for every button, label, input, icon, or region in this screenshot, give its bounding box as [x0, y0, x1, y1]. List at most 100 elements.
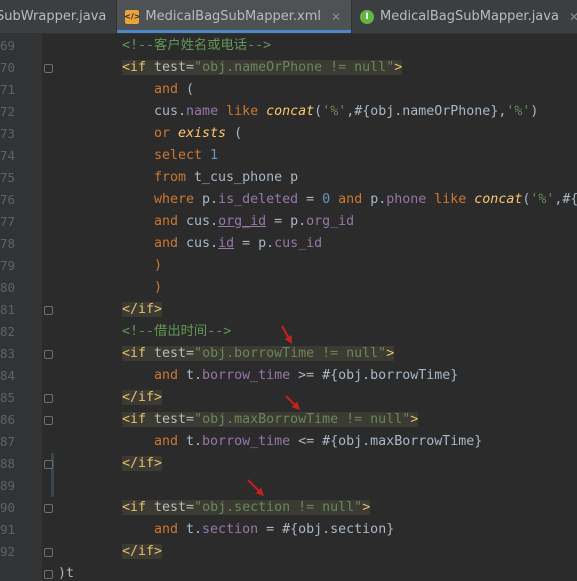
code-token: p.	[258, 236, 275, 251]
code-token: (	[226, 126, 243, 141]
highlighted-tag: </if>	[122, 390, 163, 405]
code-line[interactable]: and t.section = #{obj.section}	[154, 519, 394, 541]
code-token: <if	[122, 500, 155, 515]
code-token: )	[154, 280, 163, 295]
code-token: borrow_time	[202, 434, 291, 449]
highlighted-tag: <if test="obj.maxBorrowTime != null">	[122, 412, 419, 427]
code-token: and	[154, 368, 187, 383]
code-content: <!--借出时间-->	[122, 324, 231, 339]
code-token: and	[330, 192, 371, 207]
fold-marker-icon[interactable]	[44, 64, 53, 73]
fold-marker-icon[interactable]	[44, 306, 53, 315]
fold-marker-icon[interactable]	[44, 570, 53, 579]
tab-1[interactable]: </> MedicalBagSubMapper.xml ✕	[117, 0, 353, 33]
code-line[interactable]: </if>	[122, 453, 163, 475]
code-line[interactable]: </if>	[122, 541, 163, 563]
code-editor[interactable]: <!--客户姓名或电话--> <if test="obj.nameOrPhone …	[58, 34, 577, 581]
code-token: '%'	[530, 192, 555, 207]
code-token: #{obj.maxBorrowTime}	[322, 434, 483, 449]
fold-marker-icon[interactable]	[44, 350, 53, 359]
code-token: t.	[186, 368, 203, 383]
code-token: "obj.maxBorrowTime != null"	[194, 412, 411, 427]
code-token: #{obj.section}	[282, 522, 395, 537]
code-line[interactable]: cus.name like concat('%',#{obj.nameOrPho…	[154, 101, 538, 123]
code-token: <!--客户姓名或电话-->	[122, 38, 272, 53]
code-line[interactable]: )	[154, 277, 162, 299]
fold-marker-icon[interactable]	[44, 394, 53, 403]
code-line[interactable]: )	[154, 255, 162, 277]
code-line[interactable]: from t_cus_phone p	[154, 167, 298, 189]
code-token: t.	[186, 522, 203, 537]
line-number: 89	[0, 478, 16, 493]
code-token: "obj.borrowTime != null"	[194, 346, 387, 361]
tab-2[interactable]: I MedicalBagSubMapper.java ✕	[352, 0, 577, 33]
code-token: '%'	[506, 104, 531, 119]
code-content: <!--客户姓名或电话-->	[122, 38, 271, 53]
code-line[interactable]: and (	[154, 79, 194, 101]
code-line[interactable]: <if test="obj.maxBorrowTime != null">	[122, 409, 419, 431]
highlighted-tag: <if test="obj.section != null">	[122, 500, 371, 515]
line-number: 91	[0, 522, 16, 537]
code-content: )	[154, 280, 162, 295]
code-token: 0	[322, 192, 331, 207]
tab-label: SubWrapper.java	[0, 9, 107, 24]
code-line[interactable]: or exists (	[154, 123, 242, 145]
code-token: concat	[474, 192, 523, 207]
close-tab-icon[interactable]: ✕	[331, 10, 341, 24]
code-line[interactable]: <if test="obj.nameOrPhone != null">	[122, 57, 403, 79]
line-number: 77	[0, 214, 16, 229]
line-number: 70	[0, 60, 16, 75]
code-token: borrow_time	[202, 368, 291, 383]
code-token: test=	[154, 60, 195, 75]
code-token: #{obj.borrowTime}	[322, 368, 459, 383]
code-token: >=	[290, 368, 323, 383]
code-content: and cus.org_id = p.org_id	[154, 214, 354, 229]
code-token: <!--借出时间-->	[122, 324, 232, 339]
code-line[interactable]: <!--客户姓名或电话-->	[122, 35, 271, 57]
code-line[interactable]: and cus.org_id = p.org_id	[154, 211, 354, 233]
code-line[interactable]: where p.is_deleted = 0 and p.phone like …	[154, 189, 577, 211]
code-token: test=	[154, 412, 195, 427]
line-number: 87	[0, 434, 16, 449]
code-token: p.	[370, 192, 387, 207]
code-line[interactable]: )t	[58, 563, 74, 581]
code-token: org_id	[306, 214, 355, 229]
fold-marker-icon[interactable]	[44, 548, 53, 557]
close-tab-icon[interactable]: ✕	[569, 10, 577, 24]
line-number: 88	[0, 456, 16, 471]
fold-marker-icon[interactable]	[44, 504, 53, 513]
code-line[interactable]: select 1	[154, 145, 218, 167]
code-line[interactable]: <if test="obj.section != null">	[122, 497, 371, 519]
code-token: org_id	[218, 214, 267, 229]
code-token: >	[394, 60, 403, 75]
highlighted-tag: </if>	[122, 302, 163, 317]
line-number: 78	[0, 236, 16, 251]
code-token: p.	[290, 214, 307, 229]
code-line[interactable]: <if test="obj.borrowTime != null">	[122, 343, 395, 365]
code-token: =	[234, 236, 259, 251]
code-line[interactable]: </if>	[122, 299, 163, 321]
fold-marker-icon[interactable]	[44, 416, 53, 425]
code-token: )	[530, 104, 539, 119]
editor-tab-bar: SubWrapper.java </> MedicalBagSubMapper.xm…	[0, 0, 577, 34]
code-token: t.	[186, 434, 203, 449]
highlighted-tag: <if test="obj.nameOrPhone != null">	[122, 60, 403, 75]
code-line[interactable]: and cus.id = p.cus_id	[154, 233, 322, 255]
code-token: cus.	[186, 214, 219, 229]
code-token: is_deleted	[218, 192, 299, 207]
code-token: test=	[154, 346, 195, 361]
code-token: and	[154, 522, 187, 537]
code-token: cus	[154, 104, 179, 119]
code-line[interactable]: <!--借出时间-->	[122, 321, 231, 343]
line-number: 85	[0, 390, 16, 405]
code-line[interactable]: and t.borrow_time <= #{obj.maxBorrowTime…	[154, 431, 482, 453]
code-line[interactable]: </if>	[122, 387, 163, 409]
tab-0[interactable]: SubWrapper.java	[0, 0, 118, 33]
code-token: 1	[210, 148, 219, 163]
code-line[interactable]: and t.borrow_time >= #{obj.borrowTime}	[154, 365, 458, 387]
line-number: 75	[0, 170, 16, 185]
fold-marker-icon[interactable]	[44, 460, 53, 469]
highlighted-tag: <if test="obj.borrowTime != null">	[122, 346, 395, 361]
code-token: "obj.nameOrPhone != null"	[194, 60, 395, 75]
code-token: t_cus_phone p	[194, 170, 299, 185]
